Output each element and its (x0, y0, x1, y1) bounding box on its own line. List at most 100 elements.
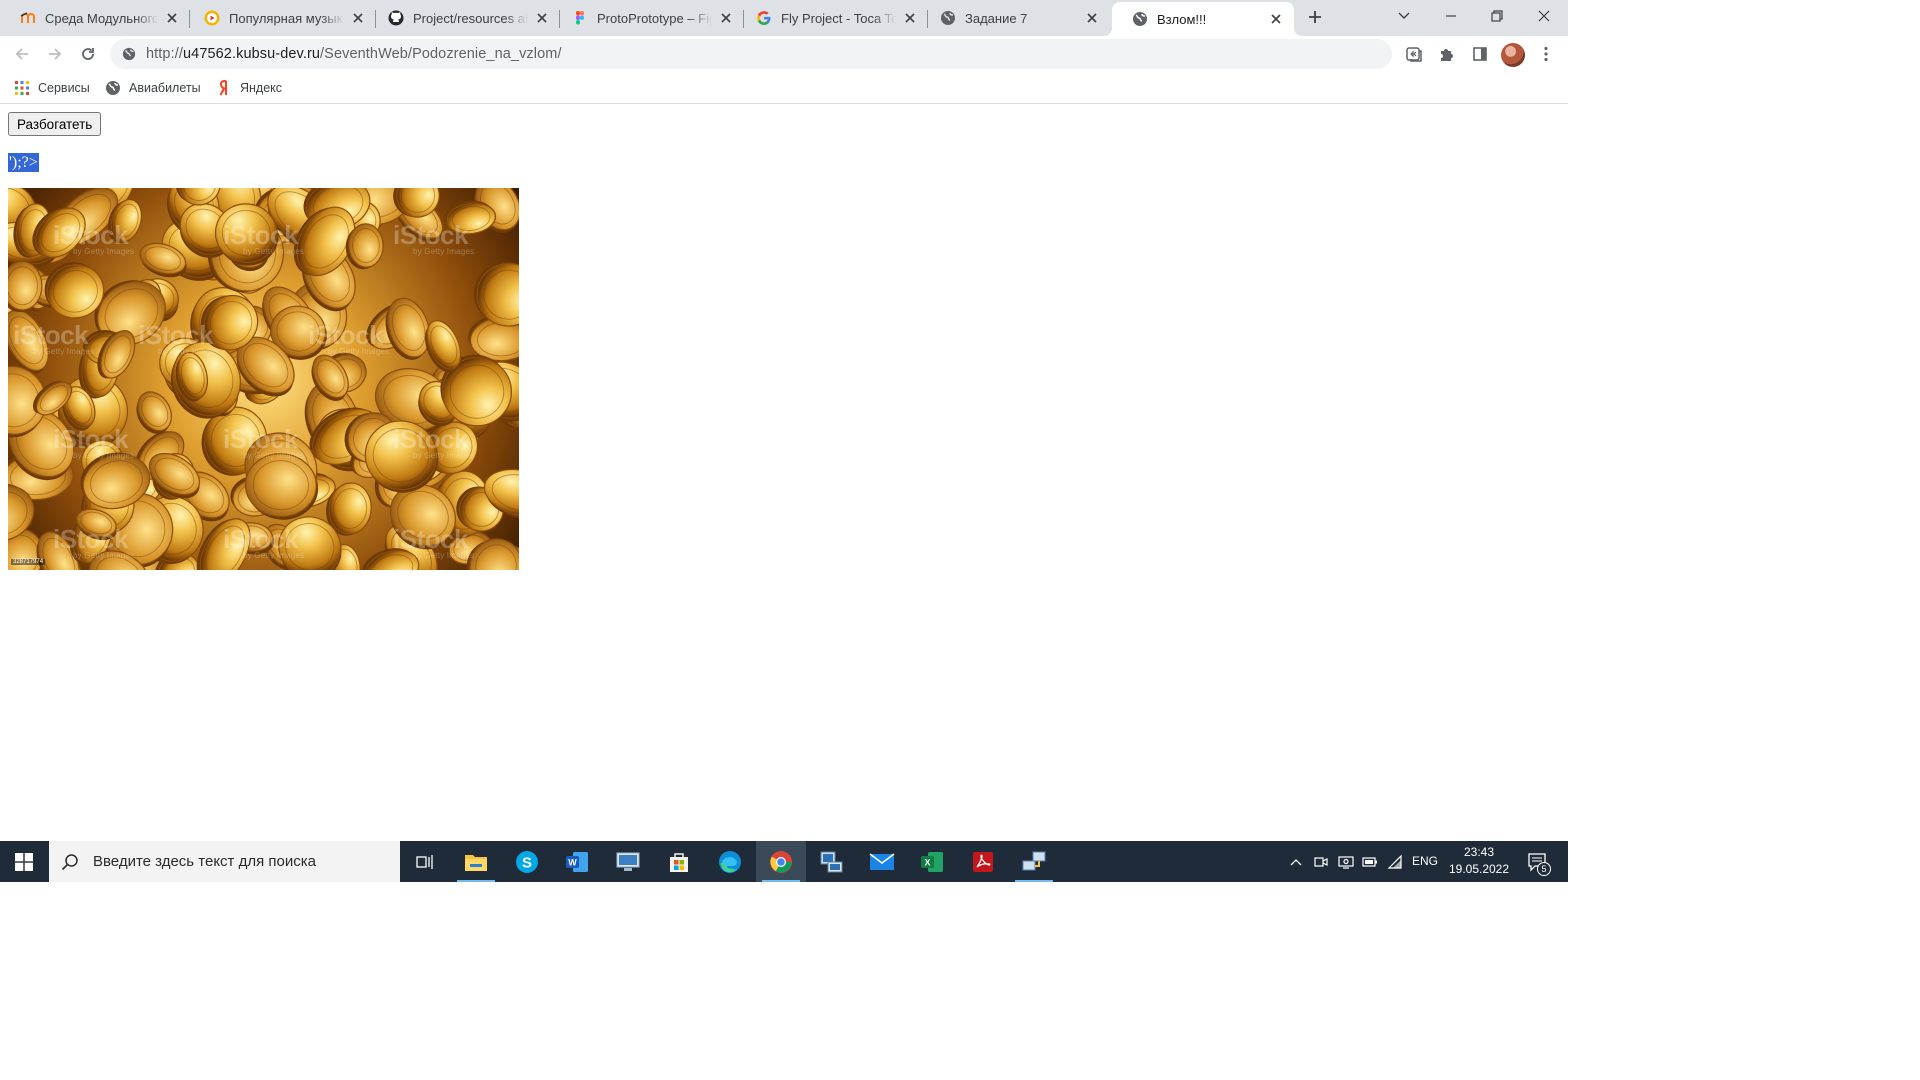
tab-strip: Среда Модульного Д Популярная музыка Pro… (0, 0, 1568, 36)
running-indicator (1015, 880, 1053, 882)
close-icon[interactable] (164, 10, 180, 26)
close-icon[interactable] (1268, 11, 1284, 27)
watermark: iStock by Getty Images (223, 424, 305, 460)
windows-logo-icon (15, 852, 33, 871)
close-window-button[interactable] (1521, 0, 1567, 32)
tab-title: Взлом!!! (1157, 11, 1207, 27)
tab-figma[interactable]: ProtoPrototype – Figm (552, 0, 744, 36)
puzzle-icon (1441, 49, 1453, 61)
site-info-icon[interactable] (121, 46, 137, 62)
chevron-up-icon (1290, 858, 1302, 865)
show-hidden-icons-button[interactable] (1286, 841, 1306, 882)
taskbar-control-panel[interactable] (603, 841, 653, 882)
search-icon (61, 853, 78, 870)
svg-text:X: X (924, 857, 930, 867)
taskbar-network-app[interactable] (1009, 841, 1059, 882)
wifi-icon (1387, 854, 1402, 869)
acrobat-icon (973, 851, 993, 872)
extensions-button[interactable] (1432, 39, 1462, 69)
menu-button[interactable] (1531, 39, 1561, 69)
taskbar-file-explorer[interactable] (451, 841, 501, 882)
leaked-code-text: ');?> (8, 153, 39, 172)
tab-vzlom-active[interactable]: Взлом!!! (1104, 2, 1302, 36)
excel-icon: X (921, 851, 943, 872)
get-rich-button[interactable]: Разбогатеть (8, 112, 102, 136)
watermark: iStock by Getty Images (223, 524, 305, 560)
tab-search-button[interactable] (1381, 0, 1427, 32)
windows-taskbar: Введите здесь текст для поиска S W X ENG… (0, 841, 1568, 882)
tray-wifi[interactable] (1385, 841, 1405, 882)
chrome-icon (770, 850, 792, 873)
tab-github[interactable]: Project/resources at p (368, 0, 560, 36)
taskbar-remote-desktop[interactable] (806, 841, 856, 882)
globe-icon (940, 10, 956, 26)
task-view-button[interactable] (400, 841, 450, 882)
notification-count-badge: 5 (1537, 862, 1551, 876)
url-host: u47562.kubsu-dev.ru (182, 46, 321, 62)
github-icon (388, 10, 404, 26)
word-icon: W (566, 851, 588, 872)
watermark: iStock by Getty Images (53, 524, 135, 560)
figma-icon (572, 10, 588, 26)
restore-icon (1491, 10, 1503, 22)
url-scheme: http:// (146, 46, 183, 62)
address-bar[interactable]: http://u47562.kubsu-dev.ru/SeventhWeb/Po… (110, 39, 1392, 69)
side-panel-button[interactable] (1465, 39, 1495, 69)
watermark: iStock by Getty Images (138, 320, 220, 356)
close-icon[interactable] (902, 10, 918, 26)
taskbar-clock[interactable]: 23:43 19.05.2022 (1444, 844, 1514, 878)
close-icon[interactable] (1084, 10, 1100, 26)
minimize-button[interactable] (1428, 0, 1474, 32)
taskbar-edge[interactable] (705, 841, 755, 882)
bookmark-aviabilety[interactable]: Авиабилеты (105, 78, 201, 98)
back-button[interactable] (6, 38, 38, 70)
moodle-icon (20, 10, 36, 26)
taskbar-search-box[interactable]: Введите здесь текст для поиска (49, 841, 400, 882)
tab-youtube-music[interactable]: Популярная музыка (184, 0, 376, 36)
tab-title: Популярная музыка (229, 10, 344, 26)
arrow-left-icon (15, 48, 28, 60)
running-indicator (762, 880, 800, 882)
screencast-icon (1406, 47, 1422, 62)
input-language[interactable]: ENG (1412, 841, 1438, 882)
taskbar-acrobat[interactable] (958, 841, 1008, 882)
taskbar-word[interactable]: W (552, 841, 602, 882)
taskbar-skype[interactable]: S (502, 841, 552, 882)
svg-text:W: W (568, 857, 577, 867)
reload-button[interactable] (72, 38, 104, 70)
new-tab-button[interactable] (1301, 3, 1329, 31)
tab-google-search[interactable]: Fly Project - Toca Toca (736, 0, 928, 36)
action-center-button[interactable]: 5 (1521, 841, 1555, 882)
url-path: /SeventhWeb/Podozrenie_na_vzlom/ (320, 46, 562, 62)
clock-date: 19.05.2022 (1448, 862, 1510, 876)
close-icon[interactable] (534, 10, 550, 26)
bookmark-services[interactable]: Сервисы (14, 78, 90, 98)
taskbar-ms-store[interactable] (654, 841, 704, 882)
restore-button[interactable] (1474, 0, 1520, 32)
tab-title: ProtoPrototype – Figm (597, 10, 712, 26)
page-viewport: Разбогатеть ');?> iStock by Getty Images … (0, 105, 1568, 841)
start-button[interactable] (0, 841, 48, 882)
close-icon[interactable] (718, 10, 734, 26)
tray-display[interactable] (1336, 841, 1356, 882)
arrow-right-icon (49, 48, 62, 60)
forward-button[interactable] (39, 38, 71, 70)
tray-battery[interactable] (1360, 841, 1380, 882)
taskbar-mail[interactable] (857, 841, 907, 882)
side-panel-icon (1473, 47, 1487, 61)
google-icon (756, 10, 772, 26)
close-icon (1538, 10, 1550, 22)
screen-capture-button[interactable] (1399, 39, 1429, 69)
watermark: iStock by Getty Images (393, 524, 475, 560)
tab-moodle[interactable]: Среда Модульного Д (0, 0, 190, 36)
profile-avatar[interactable] (1501, 43, 1525, 67)
mail-icon (869, 852, 895, 870)
bookmark-yandex[interactable]: Яндекс (216, 78, 282, 98)
taskbar-excel[interactable]: X (907, 841, 957, 882)
watermark: iStock by Getty Images (308, 320, 390, 356)
camera-icon (1314, 856, 1328, 867)
tray-meet-now[interactable] (1311, 841, 1331, 882)
close-icon[interactable] (350, 10, 366, 26)
taskbar-chrome[interactable] (756, 841, 806, 882)
tab-zadanie-7[interactable]: Задание 7 (920, 0, 1110, 36)
